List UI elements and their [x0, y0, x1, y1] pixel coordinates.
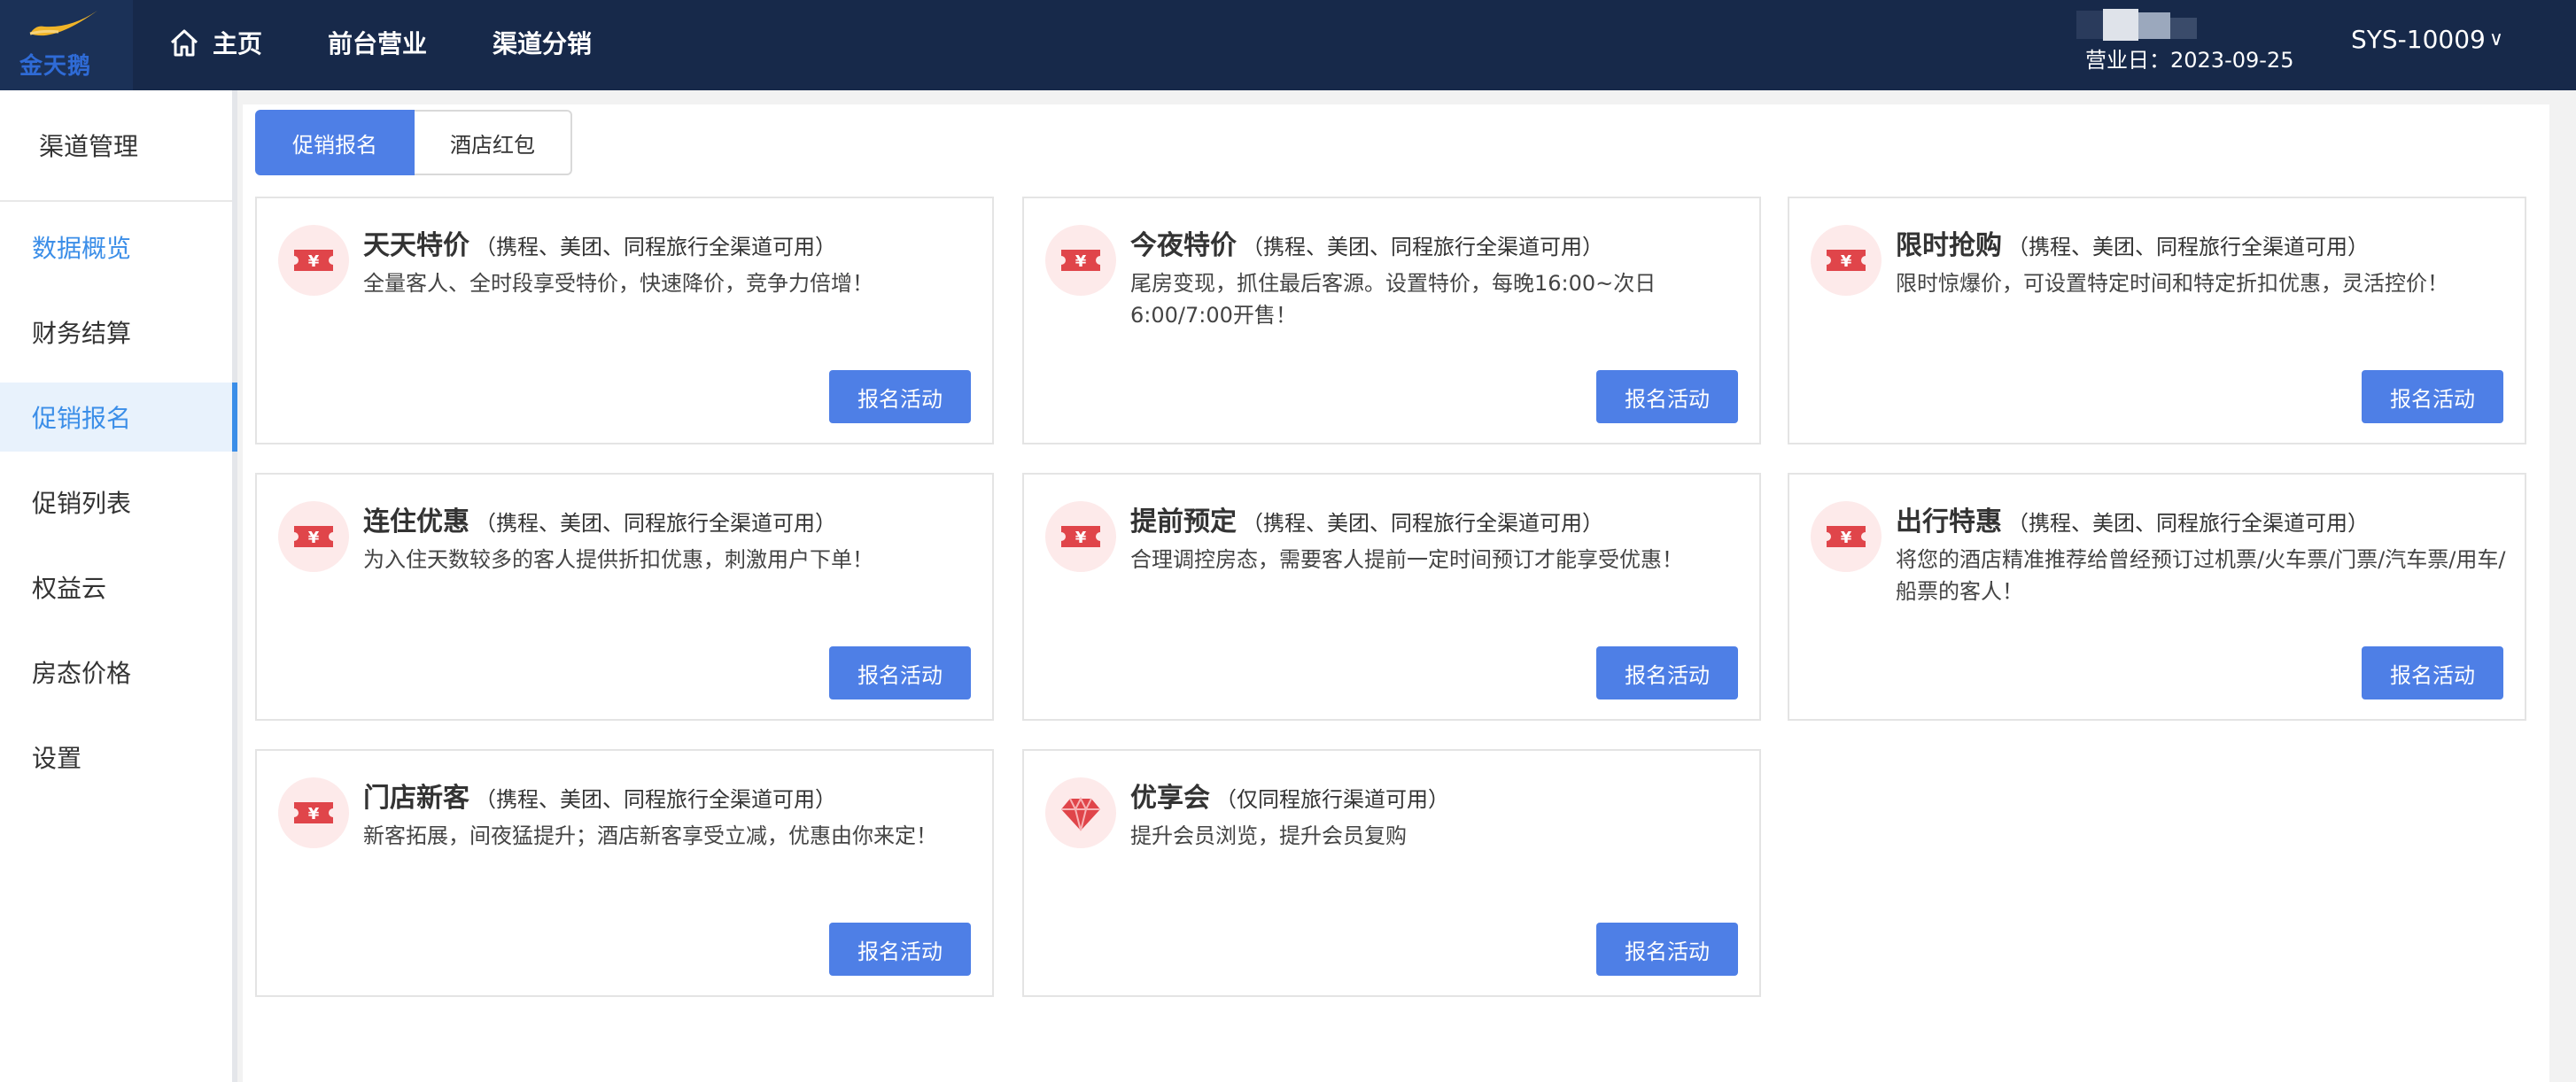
- user-id: SYS-10009: [2351, 25, 2486, 54]
- signup-button[interactable]: 报名活动: [1596, 923, 1738, 976]
- promo-card-early-booking: ¥ 提前预定 （携程、美团、同程旅行全渠道可用） 合理调控房态，需要客人提前一定…: [1022, 473, 1761, 721]
- svg-text:¥: ¥: [308, 252, 320, 271]
- svg-text:¥: ¥: [1075, 529, 1087, 547]
- card-title-row: 门店新客 （携程、美团、同程旅行全渠道可用）: [363, 776, 836, 815]
- sidebar-item-room-rates[interactable]: 房态价格: [0, 638, 232, 707]
- chevron-down-icon: ∨: [2488, 28, 2503, 50]
- sidebar-item-data-overview[interactable]: 数据概览: [0, 213, 232, 282]
- card-title-row: 天天特价 （携程、美团、同程旅行全渠道可用）: [363, 223, 836, 262]
- tab-promo-signup[interactable]: 促销报名: [255, 110, 415, 175]
- top-bar: 金天鹅 主页 前台营业 渠道分销 营业日：2023-09-25 SYS-1000…: [0, 0, 2576, 90]
- signup-button[interactable]: 报名活动: [2362, 646, 2503, 699]
- tab-bar: 促销报名 酒店红包: [255, 110, 572, 175]
- logo-brand-text: 金天鹅: [19, 53, 92, 80]
- promo-card-travel-deal: ¥ 出行特惠 （携程、美团、同程旅行全渠道可用） 将您的酒店精准推荐给曾经预订过…: [1788, 473, 2526, 721]
- card-subtitle: （携程、美团、同程旅行全渠道可用）: [475, 787, 836, 812]
- card-title-row: 限时抢购 （携程、美团、同程旅行全渠道可用）: [1896, 223, 2369, 262]
- card-title-row: 出行特惠 （携程、美团、同程旅行全渠道可用）: [1896, 499, 2369, 538]
- promo-card-flash-sale: ¥ 限时抢购 （携程、美团、同程旅行全渠道可用） 限时惊爆价，可设置特定时间和特…: [1788, 197, 2526, 444]
- sidebar: 渠道管理 数据概览 财务结算 促销报名 促销列表 权益云 房态价格 设置: [0, 90, 237, 1082]
- card-subtitle: （携程、美团、同程旅行全渠道可用）: [2007, 511, 2369, 536]
- promo-card-long-stay: ¥ 连住优惠 （携程、美团、同程旅行全渠道可用） 为入住天数较多的客人提供折扣优…: [255, 473, 994, 721]
- card-title: 出行特惠: [1896, 506, 2002, 537]
- nav-front-desk[interactable]: 前台营业: [328, 25, 427, 60]
- nav-channel-distribution[interactable]: 渠道分销: [493, 25, 592, 60]
- svg-text:¥: ¥: [1841, 252, 1852, 271]
- card-title: 提前预定: [1130, 506, 1237, 537]
- nav-channel-distribution-label: 渠道分销: [493, 29, 593, 58]
- ticket-icon: ¥: [278, 225, 349, 296]
- logo-swoosh-icon: [29, 11, 97, 36]
- diamond-icon: [1045, 777, 1116, 848]
- svg-text:¥: ¥: [308, 529, 320, 547]
- tab-hotel-red-packet[interactable]: 酒店红包: [415, 110, 572, 175]
- card-subtitle: （携程、美团、同程旅行全渠道可用）: [475, 511, 836, 536]
- card-title-row: 提前预定 （携程、美团、同程旅行全渠道可用）: [1130, 499, 1603, 538]
- card-subtitle: （仅同程旅行渠道可用）: [1215, 787, 1449, 812]
- card-description: 尾房变现，抓住最后客源。设置特价，每晚16:00~次日6:00/7:00开售！: [1130, 271, 1657, 328]
- signup-button[interactable]: 报名活动: [1596, 370, 1738, 423]
- card-subtitle: （携程、美团、同程旅行全渠道可用）: [1242, 235, 1603, 259]
- card-description: 提升会员浏览，提升会员复购: [1130, 823, 1407, 848]
- card-title: 今夜特价: [1130, 230, 1237, 261]
- promo-card-tonight-special: ¥ 今夜特价 （携程、美团、同程旅行全渠道可用） 尾房变现，抓住最后客源。设置特…: [1022, 197, 1761, 444]
- sidebar-item-finance[interactable]: 财务结算: [0, 298, 232, 367]
- promo-card-member-club: 优享会 （仅同程旅行渠道可用） 提升会员浏览，提升会员复购 报名活动: [1022, 749, 1761, 997]
- sidebar-item-settings[interactable]: 设置: [0, 723, 232, 792]
- svg-text:¥: ¥: [308, 805, 320, 823]
- card-description: 新客拓展，间夜猛提升；酒店新客享受立减，优惠由你来定！: [363, 823, 937, 848]
- nav-front-desk-label: 前台营业: [328, 29, 428, 58]
- blurred-hotel-name: [2076, 9, 2197, 41]
- nav-home-label: 主页: [213, 29, 263, 58]
- sidebar-item-promo-signup[interactable]: 促销报名: [0, 383, 237, 452]
- card-description: 将您的酒店精准推荐给曾经预订过机票/火车票/门票/汽车票/用车/船票的客人！: [1896, 547, 2506, 604]
- card-subtitle: （携程、美团、同程旅行全渠道可用）: [475, 235, 836, 259]
- sidebar-item-promo-list[interactable]: 促销列表: [0, 468, 232, 537]
- card-title: 限时抢购: [1896, 230, 2002, 261]
- card-title: 优享会: [1130, 783, 1210, 814]
- card-title: 连住优惠: [363, 506, 469, 537]
- card-title: 门店新客: [363, 783, 469, 814]
- card-description: 限时惊爆价，可设置特定时间和特定折扣优惠，灵活控价！: [1896, 271, 2448, 296]
- signup-button[interactable]: 报名活动: [829, 646, 971, 699]
- promo-card-daily-special: ¥ 天天特价 （携程、美团、同程旅行全渠道可用） 全量客人、全时段享受特价，快速…: [255, 197, 994, 444]
- svg-text:¥: ¥: [1841, 529, 1852, 547]
- card-description: 全量客人、全时段享受特价，快速降价，竞争力倍增！: [363, 271, 873, 296]
- main-panel: 促销报名 酒店红包 ¥ 天天特价 （携程、美团、同程旅行全渠道可用） 全量客人、…: [243, 104, 2549, 1082]
- card-title-row: 优享会 （仅同程旅行渠道可用）: [1130, 776, 1449, 815]
- ticket-icon: ¥: [278, 777, 349, 848]
- ticket-icon: ¥: [1045, 501, 1116, 572]
- card-title-row: 今夜特价 （携程、美团、同程旅行全渠道可用）: [1130, 223, 1603, 262]
- sidebar-title: 渠道管理: [0, 90, 232, 202]
- logo[interactable]: 金天鹅: [0, 0, 133, 90]
- home-icon: [170, 29, 198, 57]
- ticket-icon: ¥: [1811, 225, 1882, 296]
- ticket-icon: ¥: [1811, 501, 1882, 572]
- promo-card-new-guest: ¥ 门店新客 （携程、美团、同程旅行全渠道可用） 新客拓展，间夜猛提升；酒店新客…: [255, 749, 994, 997]
- signup-button[interactable]: 报名活动: [1596, 646, 1738, 699]
- svg-text:¥: ¥: [1075, 252, 1087, 271]
- ticket-icon: ¥: [1045, 225, 1116, 296]
- sidebar-item-rights-cloud[interactable]: 权益云: [0, 553, 232, 622]
- card-title-row: 连住优惠 （携程、美团、同程旅行全渠道可用）: [363, 499, 836, 538]
- business-date: 营业日：2023-09-25: [2085, 48, 2294, 73]
- user-menu[interactable]: SYS-10009 ∨: [2351, 25, 2503, 54]
- card-subtitle: （携程、美团、同程旅行全渠道可用）: [1242, 511, 1603, 536]
- card-title: 天天特价: [363, 230, 469, 261]
- nav-home[interactable]: 主页: [167, 25, 262, 60]
- card-description: 为入住天数较多的客人提供折扣优惠，刺激用户下单！: [363, 547, 873, 572]
- card-description: 合理调控房态，需要客人提前一定时间预订才能享受优惠！: [1130, 547, 1683, 572]
- ticket-icon: ¥: [278, 501, 349, 572]
- signup-button[interactable]: 报名活动: [829, 923, 971, 976]
- signup-button[interactable]: 报名活动: [829, 370, 971, 423]
- card-subtitle: （携程、美团、同程旅行全渠道可用）: [2007, 235, 2369, 259]
- signup-button[interactable]: 报名活动: [2362, 370, 2503, 423]
